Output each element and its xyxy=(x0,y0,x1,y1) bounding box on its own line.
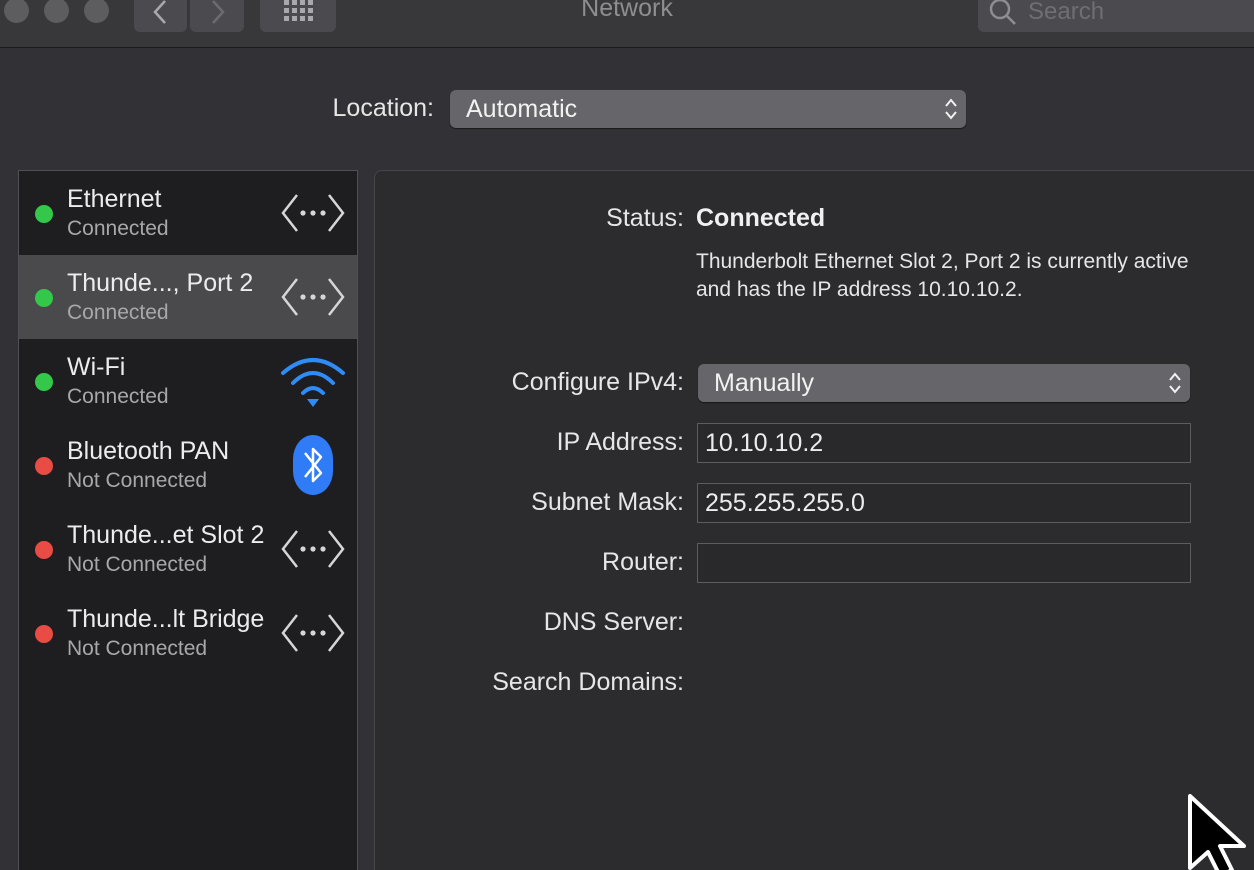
service-status: Connected xyxy=(67,217,169,240)
subnet-mask-field[interactable] xyxy=(697,483,1191,523)
subnet-mask-label: Subnet Mask: xyxy=(531,488,684,516)
service-item-bluetooth-pan[interactable]: Bluetooth PAN Not Connected xyxy=(19,423,357,507)
search-domains-label: Search Domains: xyxy=(492,668,684,696)
title-bar: Network xyxy=(0,0,1254,48)
service-name: Bluetooth PAN xyxy=(67,437,230,465)
service-name: Thunde...lt Bridge xyxy=(67,605,265,633)
location-label: Location: xyxy=(332,94,434,122)
configure-ipv4-value: Manually xyxy=(714,368,815,397)
service-item-ethernet[interactable]: Ethernet Connected xyxy=(19,171,357,255)
status-dot xyxy=(35,289,53,307)
service-status: Connected xyxy=(67,301,169,324)
ethernet-icon xyxy=(281,530,345,568)
ethernet-icon xyxy=(281,614,345,652)
service-status: Not Connected xyxy=(67,637,208,660)
search-icon xyxy=(989,0,1016,25)
ip-address-field[interactable] xyxy=(697,423,1191,463)
status-dot xyxy=(35,541,53,559)
status-description: Thunderbolt Ethernet Slot 2, Port 2 is c… xyxy=(696,250,1189,301)
service-item-thunderbolt-port-2[interactable]: Thunde..., Port 2 Connected xyxy=(19,255,357,339)
service-item-thunderbolt-bridge[interactable]: Thunde...lt Bridge Not Connected xyxy=(19,591,357,675)
service-status: Not Connected xyxy=(67,553,208,576)
ethernet-icon xyxy=(281,278,345,316)
router-field[interactable] xyxy=(697,543,1191,583)
service-name: Thunde..., Port 2 xyxy=(67,269,254,297)
status-label: Status: xyxy=(606,204,684,232)
status-value: Connected xyxy=(696,204,826,232)
status-dot xyxy=(35,457,53,475)
service-name: Wi-Fi xyxy=(67,353,126,381)
wifi-icon xyxy=(281,358,345,407)
bluetooth-icon xyxy=(293,435,333,495)
popup-arrows-icon xyxy=(936,95,966,123)
configure-ipv4-label: Configure IPv4: xyxy=(511,368,684,396)
status-dot xyxy=(35,205,53,223)
mouse-pointer-icon xyxy=(1188,794,1246,870)
service-status: Not Connected xyxy=(67,469,208,492)
service-item-wifi[interactable]: Wi-Fi Connected xyxy=(19,339,357,423)
status-dot xyxy=(35,625,53,643)
location-value: Automatic xyxy=(466,94,578,123)
search-field[interactable] xyxy=(978,0,1254,32)
configure-ipv4-popup[interactable]: Manually xyxy=(698,364,1190,402)
router-label: Router: xyxy=(602,548,684,576)
popup-arrows-icon xyxy=(1160,369,1190,397)
network-preferences-window: Network Location: Automatic Ethernet Con… xyxy=(0,0,1254,870)
service-item-thunderbolt-slot-2[interactable]: Thunde...et Slot 2 Not Connected xyxy=(19,507,357,591)
location-popup[interactable]: Automatic xyxy=(450,90,966,128)
ethernet-icon xyxy=(281,194,345,232)
service-name: Thunde...et Slot 2 xyxy=(67,521,265,549)
service-status: Connected xyxy=(67,385,169,408)
ip-address-label: IP Address: xyxy=(556,428,684,456)
dns-server-label: DNS Server: xyxy=(543,608,684,636)
status-dot xyxy=(35,373,53,391)
service-list[interactable]: Ethernet Connected Thunde..., Port 2 Con… xyxy=(18,170,358,870)
service-name: Ethernet xyxy=(67,185,162,213)
search-input[interactable] xyxy=(1028,0,1248,26)
